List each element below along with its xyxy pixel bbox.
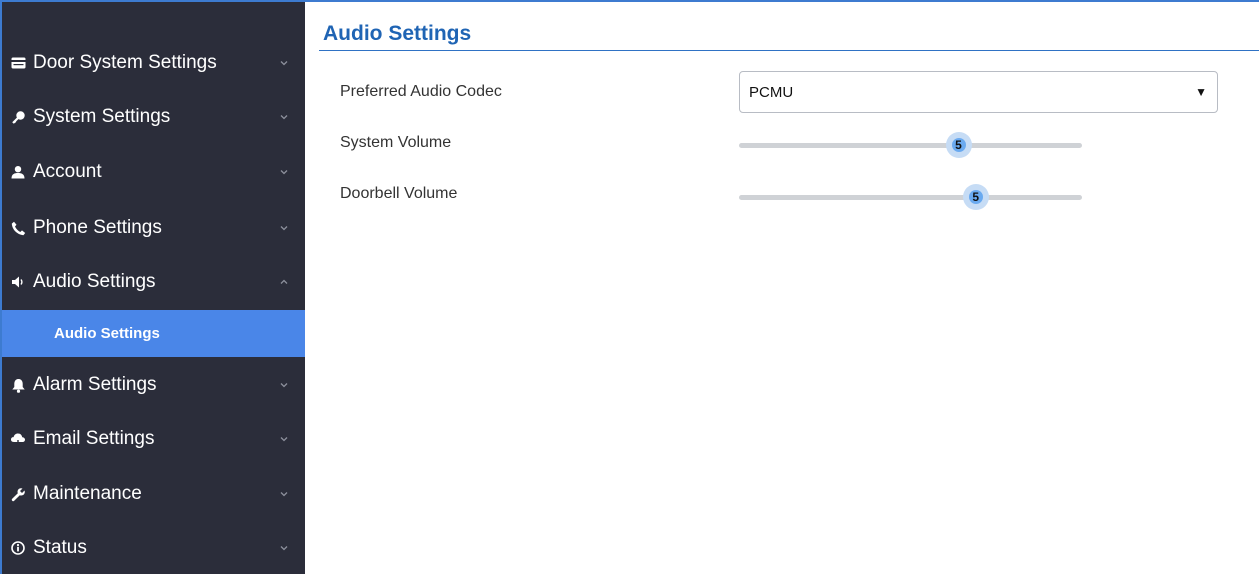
sidebar-item-label: Status bbox=[33, 537, 87, 558]
codec-label: Preferred Audio Codec bbox=[340, 83, 502, 100]
slider-track bbox=[739, 195, 1082, 200]
cloud-icon bbox=[9, 432, 27, 446]
sidebar-item-maintenance[interactable]: Maintenance bbox=[2, 467, 305, 521]
sidebar-subitem-label: Audio Settings bbox=[54, 325, 160, 342]
sidebar-item-label: Email Settings bbox=[33, 428, 155, 449]
slider-value: 5 bbox=[951, 138, 966, 152]
sidebar-item-label: Audio Settings bbox=[33, 271, 156, 292]
main-content: Audio Settings Preferred Audio Codec PCM… bbox=[305, 2, 1259, 574]
chevron-down-icon bbox=[280, 169, 292, 175]
slider-value: 5 bbox=[968, 190, 983, 204]
sidebar-item-email-settings[interactable]: Email Settings bbox=[2, 412, 305, 466]
doorbell-volume-slider[interactable]: 5 bbox=[739, 184, 1082, 210]
sidebar-item-label: Account bbox=[33, 161, 102, 182]
slider-track bbox=[739, 143, 1082, 148]
sidebar-item-door-system-settings[interactable]: Door System Settings bbox=[2, 36, 305, 90]
codec-select-value: PCMU bbox=[749, 83, 794, 101]
page-title: Audio Settings bbox=[323, 22, 472, 45]
sidebar-subitem-audio-settings[interactable]: Audio Settings bbox=[2, 310, 305, 357]
volume-icon bbox=[9, 275, 27, 289]
key-icon bbox=[9, 110, 27, 125]
wrench-icon bbox=[9, 487, 27, 502]
system-volume-slider[interactable]: 5 bbox=[739, 132, 1082, 158]
sidebar-item-audio-settings[interactable]: Audio Settings bbox=[2, 255, 305, 309]
bell-icon bbox=[9, 378, 27, 393]
chevron-down-icon bbox=[280, 382, 292, 388]
info-icon bbox=[9, 541, 27, 555]
chevron-down-icon bbox=[280, 491, 292, 497]
slider-handle[interactable]: 5 bbox=[962, 184, 989, 210]
sidebar-item-phone-settings[interactable]: Phone Settings bbox=[2, 201, 305, 255]
chevron-up-icon bbox=[280, 279, 292, 285]
card-icon bbox=[9, 57, 27, 69]
sidebar-item-system-settings[interactable]: System Settings bbox=[2, 90, 305, 144]
chevron-down-icon bbox=[280, 545, 292, 551]
title-divider bbox=[319, 50, 1259, 51]
phone-icon bbox=[9, 221, 27, 236]
sidebar-item-label: Phone Settings bbox=[33, 217, 162, 238]
sidebar-item-account[interactable]: Account bbox=[2, 145, 305, 199]
chevron-down-icon bbox=[280, 60, 292, 66]
chevron-down-icon bbox=[280, 436, 292, 442]
slider-handle[interactable]: 5 bbox=[945, 132, 972, 158]
sidebar-item-label: System Settings bbox=[33, 106, 171, 127]
doorbell-volume-label: Doorbell Volume bbox=[340, 185, 458, 202]
user-icon bbox=[9, 165, 27, 179]
codec-select[interactable]: PCMU ▼ bbox=[739, 71, 1218, 113]
sidebar-item-label: Maintenance bbox=[33, 483, 142, 504]
sidebar: Door System Settings System Settings Acc… bbox=[2, 2, 305, 574]
sidebar-item-label: Alarm Settings bbox=[33, 374, 157, 395]
dropdown-arrow-icon: ▼ bbox=[1195, 85, 1207, 99]
sidebar-item-status[interactable]: Status bbox=[2, 521, 305, 575]
system-volume-label: System Volume bbox=[340, 134, 452, 151]
chevron-down-icon bbox=[280, 114, 292, 120]
sidebar-item-alarm-settings[interactable]: Alarm Settings bbox=[2, 358, 305, 412]
sidebar-item-label: Door System Settings bbox=[33, 52, 217, 73]
chevron-down-icon bbox=[280, 225, 292, 231]
